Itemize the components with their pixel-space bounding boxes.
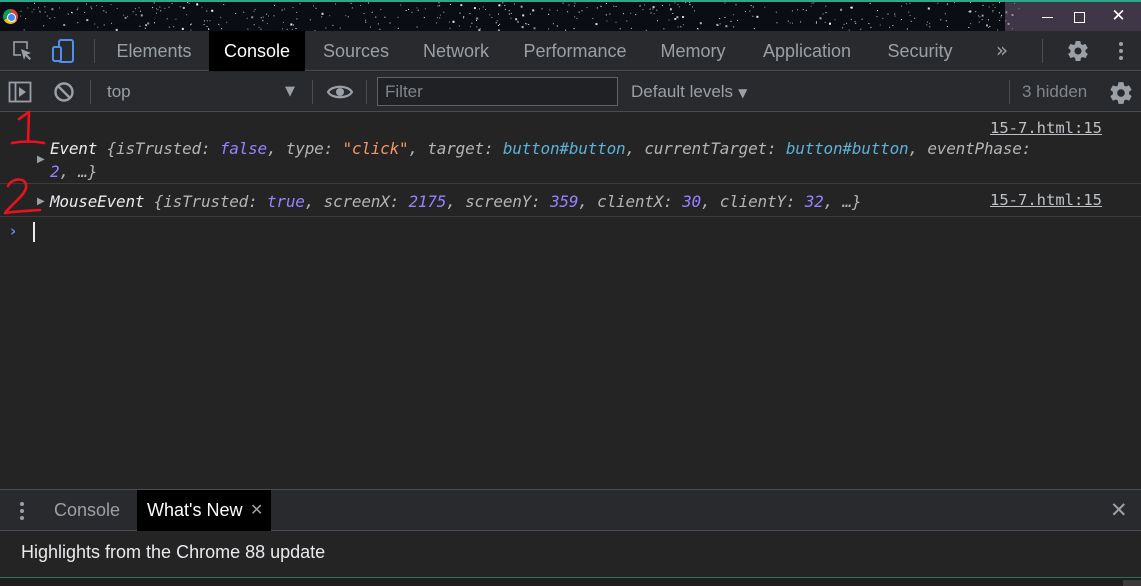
live-expression-eye-icon[interactable] bbox=[326, 82, 354, 102]
console-filter-input[interactable] bbox=[377, 77, 618, 106]
gear-icon[interactable] bbox=[1108, 80, 1134, 106]
message-token: true bbox=[266, 192, 305, 211]
tab-security[interactable]: Security bbox=[872, 31, 968, 71]
more-tabs-button[interactable]: » bbox=[982, 31, 1022, 71]
chevron-down-icon[interactable]: ▼ bbox=[285, 72, 295, 112]
annotation-number-2 bbox=[3, 178, 42, 215]
inspect-element-button[interactable] bbox=[6, 31, 40, 71]
message-token: , currentTarget: bbox=[625, 139, 786, 158]
hidden-messages-count: 3 hidden bbox=[1022, 82, 1088, 101]
message-token: isTrusted: bbox=[116, 139, 220, 158]
message-token: , …} bbox=[59, 162, 98, 181]
devtools-tab-bar: Elements Console Sources Network Performance… bbox=[0, 31, 1141, 71]
tab-elements[interactable]: Elements bbox=[100, 31, 208, 71]
drawer-menu-button[interactable] bbox=[12, 490, 32, 532]
message-token: 32 bbox=[804, 192, 824, 211]
minimize-button[interactable] bbox=[1031, 2, 1064, 31]
device-mode-icon bbox=[52, 39, 74, 63]
drawer-tab-bar: Console What's New ✕ ✕ bbox=[0, 489, 1141, 531]
devtools-settings-button[interactable] bbox=[1061, 31, 1095, 71]
gear-icon bbox=[1068, 41, 1088, 62]
message-token: , target: bbox=[408, 139, 503, 158]
tab-performance[interactable]: Performance bbox=[510, 31, 640, 71]
message-token: , screenX: bbox=[304, 192, 409, 211]
message-token: false bbox=[219, 139, 267, 158]
tab-network[interactable]: Network bbox=[407, 31, 505, 71]
message-token: button#button bbox=[785, 139, 909, 158]
maximize-button[interactable] bbox=[1063, 2, 1096, 31]
message-token: "click" bbox=[342, 139, 409, 158]
toolbar-divider bbox=[366, 80, 367, 104]
maximize-icon bbox=[1074, 12, 1085, 23]
whats-new-heading: Highlights from the Chrome 88 update bbox=[21, 542, 326, 562]
kebab-icon bbox=[20, 502, 24, 506]
tab-sources[interactable]: Sources bbox=[309, 31, 403, 71]
object-class-name: Event bbox=[50, 139, 98, 158]
starfield-background bbox=[20, 2, 1141, 31]
tab-console[interactable]: Console bbox=[209, 31, 305, 71]
scrollbar-thumb[interactable] bbox=[1123, 580, 1141, 586]
message-token: 30 bbox=[682, 192, 701, 211]
expand-triangle-icon[interactable]: ▶ bbox=[37, 154, 45, 165]
message-token: button#button bbox=[502, 139, 626, 158]
source-link[interactable]: 15-7.html:15 bbox=[990, 191, 1102, 209]
toolbar-divider bbox=[94, 39, 95, 63]
message-token: , eventPhase: bbox=[908, 139, 1032, 158]
message-text-line: Event {isTrusted: false, type: "click", … bbox=[50, 139, 1031, 158]
tab-application[interactable]: Application bbox=[747, 31, 867, 71]
close-drawer-button[interactable]: ✕ bbox=[1110, 490, 1128, 531]
console-prompt-icon: › bbox=[10, 222, 17, 240]
message-text-line: MouseEvent {isTrusted: true, screenX: 21… bbox=[50, 192, 862, 211]
object-class-name: MouseEvent bbox=[50, 192, 145, 211]
toolbar-divider bbox=[90, 80, 91, 104]
kebab-icon bbox=[1119, 42, 1123, 46]
clear-console-icon[interactable] bbox=[52, 80, 76, 104]
message-text-line: 2, …} bbox=[50, 162, 97, 181]
toolbar-divider bbox=[1042, 39, 1043, 63]
tab-memory[interactable]: Memory bbox=[645, 31, 741, 71]
message-token: 359 bbox=[549, 192, 579, 211]
chevron-down-icon: ▼ bbox=[738, 86, 748, 100]
show-console-sidebar-icon[interactable] bbox=[8, 81, 32, 103]
console-messages[interactable]: 15-7.html:15 ▶ Event {isTrusted: false, … bbox=[0, 110, 1141, 489]
message-token: , …} bbox=[823, 192, 862, 211]
message-token: { bbox=[97, 139, 117, 158]
device-toolbar-button[interactable] bbox=[44, 31, 82, 71]
console-input-caret[interactable] bbox=[33, 222, 35, 242]
annotation-number-1 bbox=[10, 110, 46, 145]
message-token: isTrusted: bbox=[163, 192, 267, 211]
console-toolbar: top ▼ Default levels ▼ 3 hidden bbox=[0, 72, 1141, 112]
customize-devtools-menu-button[interactable] bbox=[1109, 31, 1133, 71]
console-message[interactable]: 15-7.html:15 ▶ Event {isTrusted: false, … bbox=[0, 112, 1141, 184]
toolbar-divider bbox=[1009, 80, 1010, 104]
drawer-tab-console[interactable]: Console bbox=[54, 490, 120, 531]
message-token: , clientY: bbox=[700, 192, 805, 211]
inspect-cursor-icon bbox=[13, 41, 32, 60]
minimize-icon bbox=[1042, 16, 1053, 19]
message-token: { bbox=[144, 192, 164, 211]
log-levels-dropdown[interactable]: Default levels ▼ bbox=[631, 72, 747, 113]
chrome-icon bbox=[3, 9, 18, 24]
message-token: 2175 bbox=[408, 192, 447, 211]
log-levels-label: Default levels bbox=[631, 82, 734, 101]
close-tab-icon[interactable]: ✕ bbox=[250, 490, 263, 530]
window-title-bar: ✕ bbox=[0, 0, 1141, 31]
message-token: , clientX: bbox=[578, 192, 683, 211]
message-token: , screenY: bbox=[446, 192, 550, 211]
source-link[interactable]: 15-7.html:15 bbox=[990, 119, 1102, 137]
message-token: , type: bbox=[266, 139, 343, 158]
javascript-context-select[interactable]: top bbox=[107, 72, 131, 112]
window-close-button[interactable]: ✕ bbox=[1102, 2, 1135, 31]
console-message[interactable]: 15-7.html:15 ▶ MouseEvent {isTrusted: tr… bbox=[0, 184, 1141, 217]
bottom-scroll-strip bbox=[0, 577, 1141, 586]
toolbar-divider bbox=[312, 80, 313, 104]
